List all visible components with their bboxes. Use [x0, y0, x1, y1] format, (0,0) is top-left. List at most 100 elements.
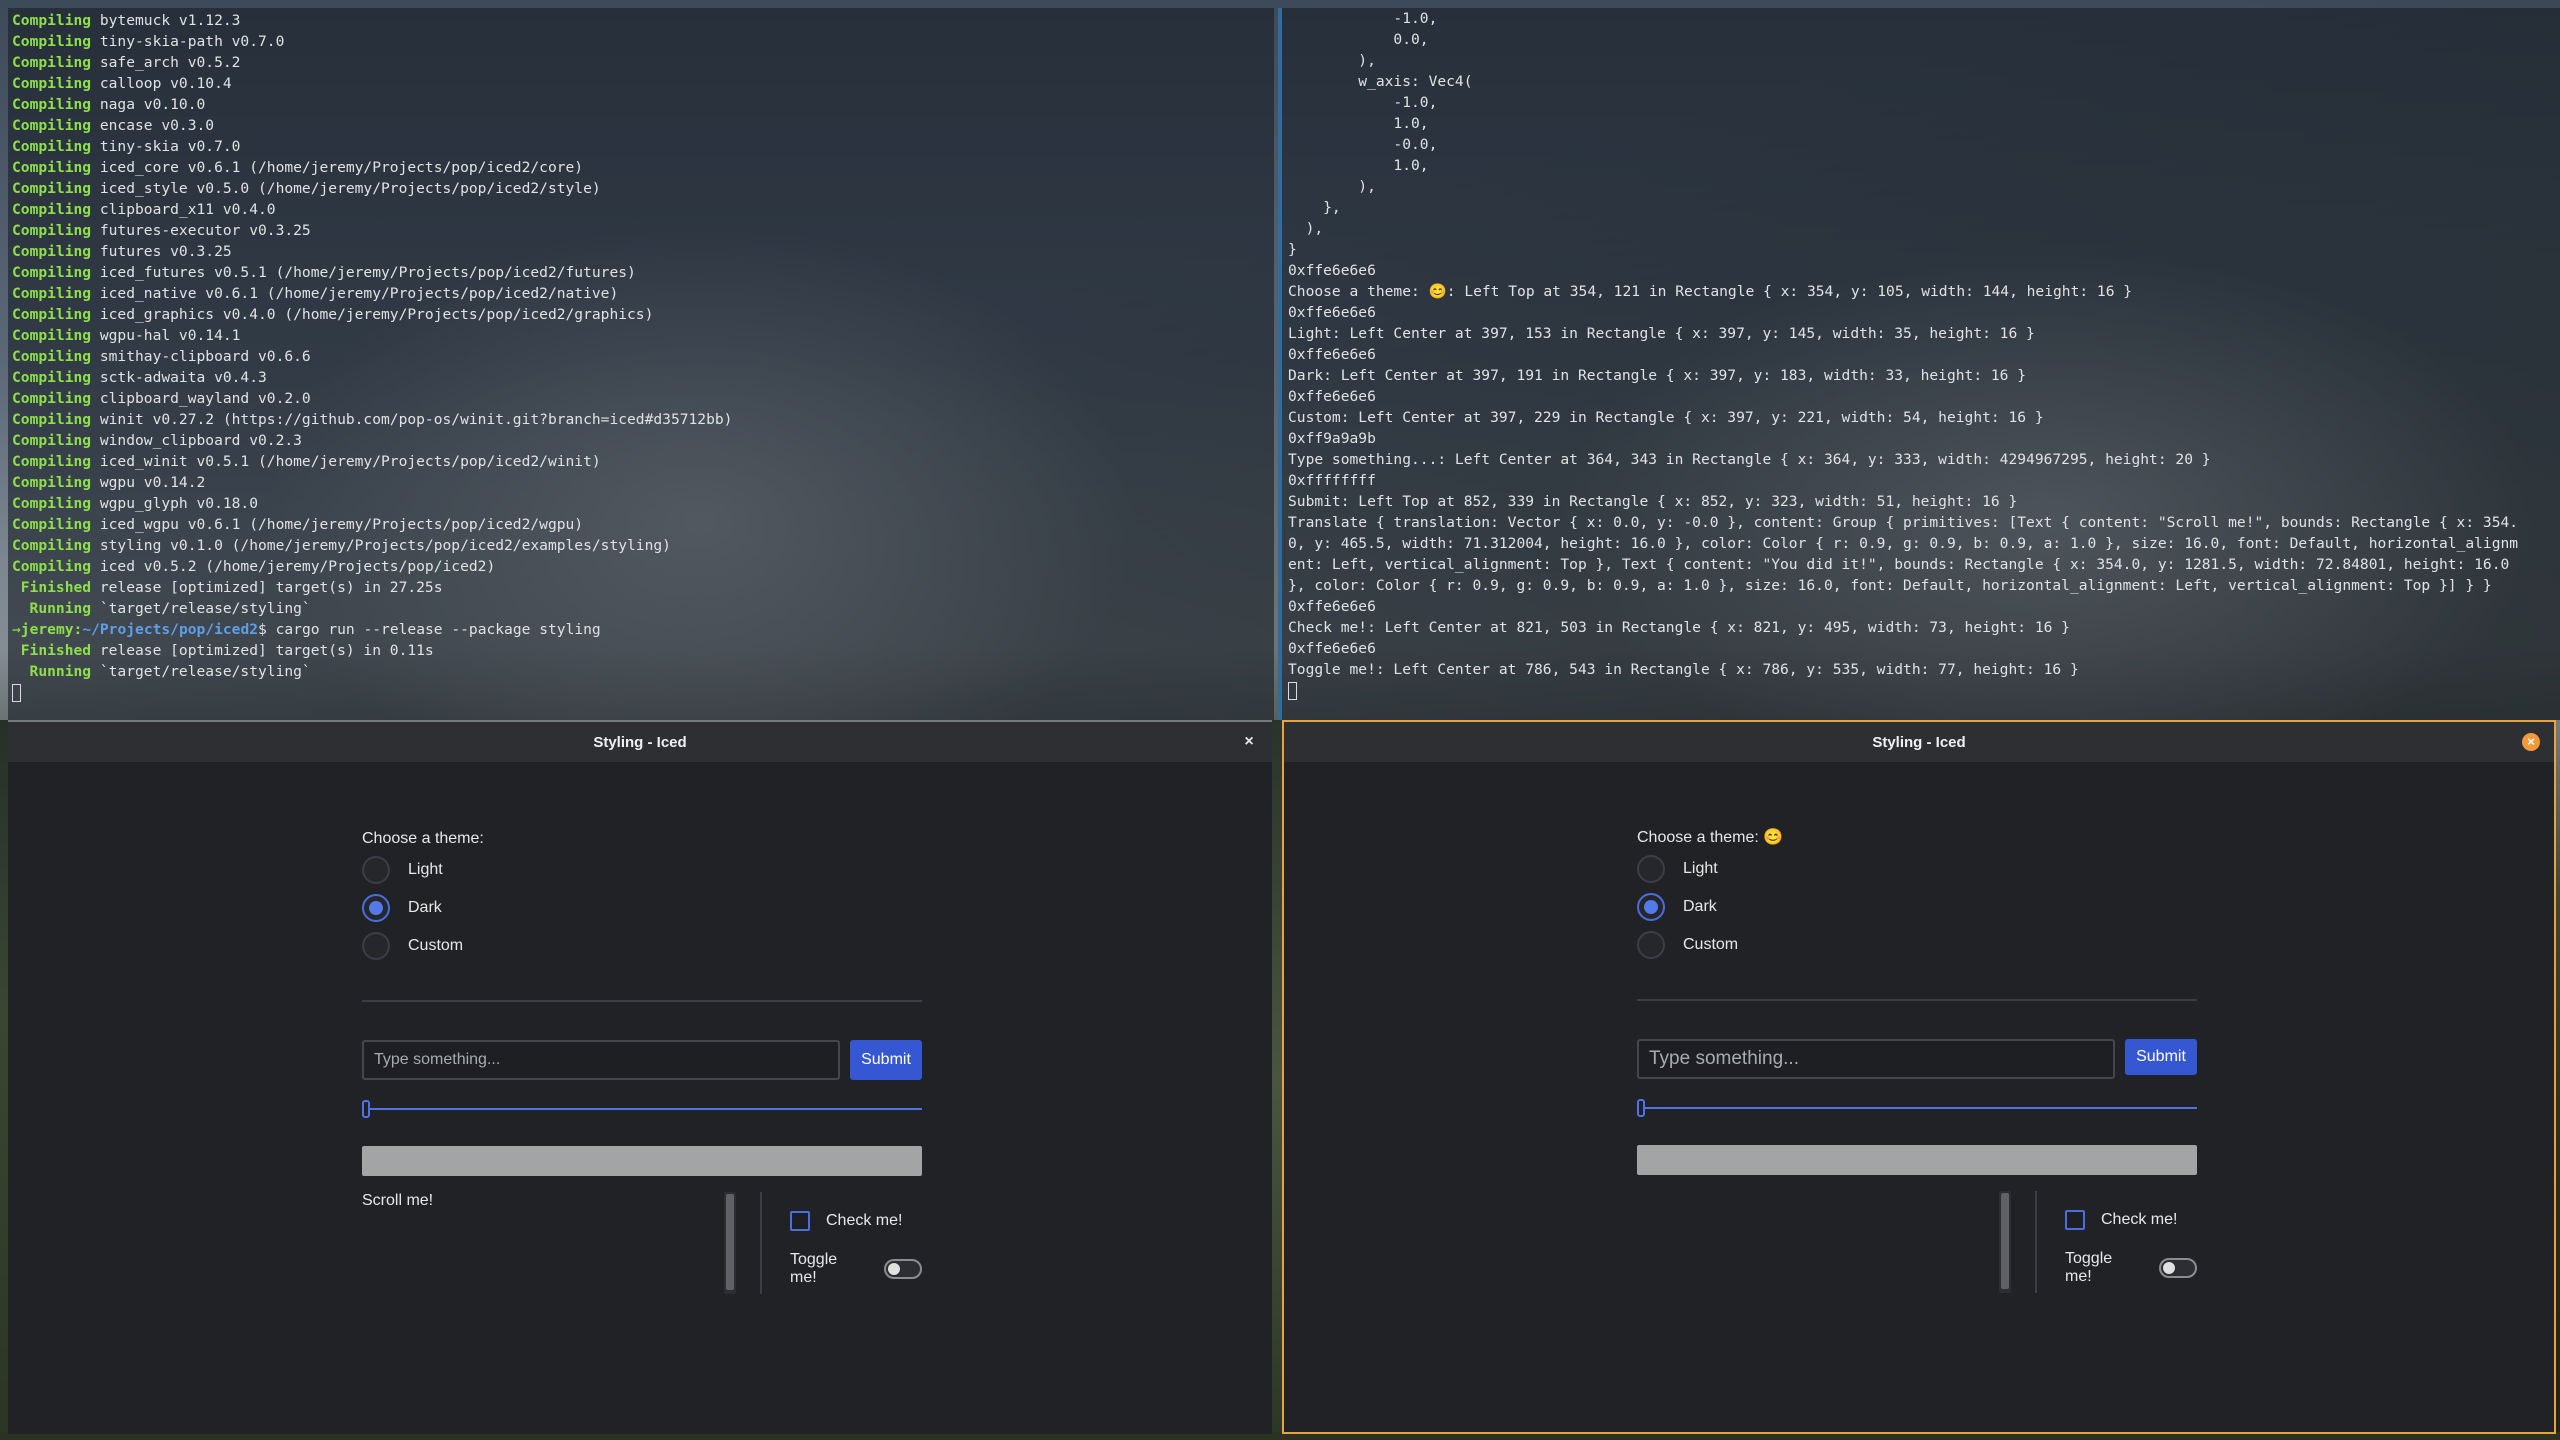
- toggler[interactable]: [2158, 1258, 2197, 1278]
- terminal-line: Compiling safe_arch v0.5.2: [12, 52, 1274, 73]
- terminal-line: 0xffe6e6e6: [1288, 640, 1376, 657]
- prompt-command: $ cargo run --release --package styling: [258, 621, 601, 638]
- terminal-text: winit v0.27.2 (https://github.com/pop-os…: [91, 411, 733, 428]
- toggler[interactable]: [883, 1259, 922, 1279]
- scrollbar-thumb[interactable]: [726, 1194, 734, 1290]
- terminal-line: Submit: Left Top at 852, 339 in Rectangl…: [1288, 493, 2018, 510]
- terminal-line: Compiling iced v0.5.2 (/home/jeremy/Proj…: [12, 556, 1274, 577]
- vertical-divider: [2035, 1191, 2037, 1293]
- terminal-line: 0xffffffff: [1288, 472, 1376, 489]
- vertical-divider: [760, 1192, 762, 1294]
- terminal-text: wgpu_glyph v0.18.0: [91, 495, 258, 512]
- terminal-line: Compiling smithay-clipboard v0.6.6: [12, 346, 1274, 367]
- scrollbar[interactable]: [724, 1192, 736, 1294]
- checkbox[interactable]: [790, 1211, 810, 1231]
- slider-track: [1637, 1107, 2197, 1109]
- terminal-line: Running `target/release/styling`: [12, 598, 1274, 619]
- terminal-line: 0xffe6e6e6: [1288, 304, 1376, 321]
- close-icon[interactable]: ×: [2522, 733, 2540, 751]
- progress-bar: [1637, 1145, 2197, 1175]
- terminal-cursor-line: [12, 682, 1274, 703]
- radio-button[interactable]: [1637, 931, 1665, 959]
- app-window-focused[interactable]: Styling - Iced × Choose a theme: 😊 Light…: [1282, 720, 2556, 1434]
- toggler-row[interactable]: Toggle me!: [2065, 1250, 2197, 1286]
- terminal-text: wgpu-hal v0.14.1: [91, 327, 241, 344]
- toggler-row[interactable]: Toggle me!: [790, 1251, 922, 1287]
- slider-handle[interactable]: [362, 1100, 370, 1118]
- close-icon[interactable]: ×: [1240, 733, 1258, 751]
- radio-button-selected[interactable]: [362, 894, 390, 922]
- terminal-keyword: Running: [29, 600, 92, 617]
- text-input[interactable]: [1637, 1039, 2115, 1079]
- terminal-line: Compiling iced_core v0.6.1 (/home/jeremy…: [12, 157, 1274, 178]
- terminal-keyword: Compiling: [12, 54, 92, 71]
- terminal-line: Compiling futures-executor v0.3.25: [12, 220, 1274, 241]
- theme-radio-group: Light Dark Custom: [362, 851, 922, 965]
- terminal-line: Compiling iced_style v0.5.0 (/home/jerem…: [12, 178, 1274, 199]
- window-title: Styling - Iced: [593, 733, 687, 751]
- terminal-text: wgpu v0.14.2: [91, 474, 206, 491]
- terminal-line: ),: [1288, 220, 1324, 237]
- lower-row: Check me! Toggle me!: [1637, 1191, 2197, 1301]
- terminal-text: release [optimized] target(s) in 27.25s: [91, 579, 443, 596]
- terminal-line: Compiling sctk-adwaita v0.4.3: [12, 367, 1274, 388]
- scrollbar[interactable]: [1999, 1191, 2011, 1293]
- terminal-keyword: Compiling: [12, 432, 92, 449]
- terminal-left[interactable]: Compiling bytemuck v1.12.3 Compiling tiny…: [8, 8, 1274, 720]
- checkbox-row[interactable]: Check me!: [2065, 1210, 2177, 1230]
- terminal-text: iced_style v0.5.0 (/home/jeremy/Projects…: [91, 180, 601, 197]
- terminal-output: Compiling bytemuck v1.12.3 Compiling tiny…: [12, 10, 1274, 619]
- terminal-text: iced_winit v0.5.1 (/home/jeremy/Projects…: [91, 453, 601, 470]
- scrollbar-thumb[interactable]: [2001, 1193, 2009, 1289]
- terminal-keyword: Compiling: [12, 306, 92, 323]
- toggler-label: Toggle me!: [2065, 1250, 2113, 1285]
- terminal-line: Compiling encase v0.3.0: [12, 115, 1274, 136]
- terminal-line: Custom: Left Center at 397, 229 in Recta…: [1288, 409, 2044, 426]
- checkbox[interactable]: [2065, 1210, 2085, 1230]
- radio-label: Custom: [1683, 936, 1739, 953]
- terminal-text: iced_futures v0.5.1 (/home/jeremy/Projec…: [91, 264, 636, 281]
- radio-light[interactable]: Light: [362, 851, 922, 889]
- terminal-line: },: [1288, 199, 1341, 216]
- terminal-keyword: Compiling: [12, 453, 92, 470]
- styling-column: Choose a theme: 😊 Light Dark Custom S: [1637, 828, 2197, 1301]
- radio-dark[interactable]: Dark: [1637, 888, 2197, 926]
- window-titlebar[interactable]: Styling - Iced ×: [8, 722, 1272, 762]
- terminal-line: -1.0,: [1288, 10, 1438, 27]
- radio-button[interactable]: [1637, 855, 1665, 883]
- window-titlebar[interactable]: Styling - Iced ×: [1284, 722, 2554, 762]
- input-row: Submit: [1637, 1039, 2197, 1079]
- terminal-keyword: Compiling: [12, 558, 92, 575]
- app-window[interactable]: Styling - Iced × Choose a theme: Light D…: [8, 722, 1272, 1434]
- terminal-keyword: Compiling: [12, 222, 92, 239]
- terminal-text: window_clipboard v0.2.3: [91, 432, 302, 449]
- slider-handle[interactable]: [1637, 1099, 1645, 1117]
- checkbox-row[interactable]: Check me!: [790, 1211, 902, 1231]
- radio-button[interactable]: [362, 932, 390, 960]
- radio-button[interactable]: [362, 856, 390, 884]
- radio-custom[interactable]: Custom: [1637, 926, 2197, 964]
- text-input[interactable]: [362, 1040, 840, 1080]
- slider[interactable]: [362, 1098, 922, 1120]
- terminal-text: tiny-skia v0.7.0: [91, 138, 241, 155]
- terminal-line: w_axis: Vec4(: [1288, 73, 1473, 90]
- terminal-right[interactable]: -1.0, 0.0, ), w_axis: Vec4( -1.0, 1.0, -…: [1278, 8, 2560, 720]
- radio-light[interactable]: Light: [1637, 850, 2197, 888]
- terminal-line: 0xff9a9a9b: [1288, 430, 1376, 447]
- cursor-icon: [1288, 682, 1297, 700]
- terminal-line: Compiling wgpu_glyph v0.18.0: [12, 493, 1274, 514]
- terminal-line: 0xffe6e6e6: [1288, 388, 1376, 405]
- prompt-user: jeremy:: [20, 621, 83, 638]
- progress-bar: [362, 1146, 922, 1176]
- submit-button[interactable]: Submit: [2125, 1039, 2197, 1075]
- radio-custom[interactable]: Custom: [362, 927, 922, 965]
- terminal-line: Finished release [optimized] target(s) i…: [12, 640, 1274, 661]
- terminal-keyword: Compiling: [12, 33, 92, 50]
- checkbox-label: Check me!: [826, 1212, 903, 1229]
- submit-button[interactable]: Submit: [850, 1040, 922, 1080]
- terminal-text: `target/release/styling`: [91, 663, 311, 680]
- terminal-keyword: Running: [29, 663, 92, 680]
- radio-dark[interactable]: Dark: [362, 889, 922, 927]
- slider[interactable]: [1637, 1097, 2197, 1119]
- radio-button-selected[interactable]: [1637, 893, 1665, 921]
